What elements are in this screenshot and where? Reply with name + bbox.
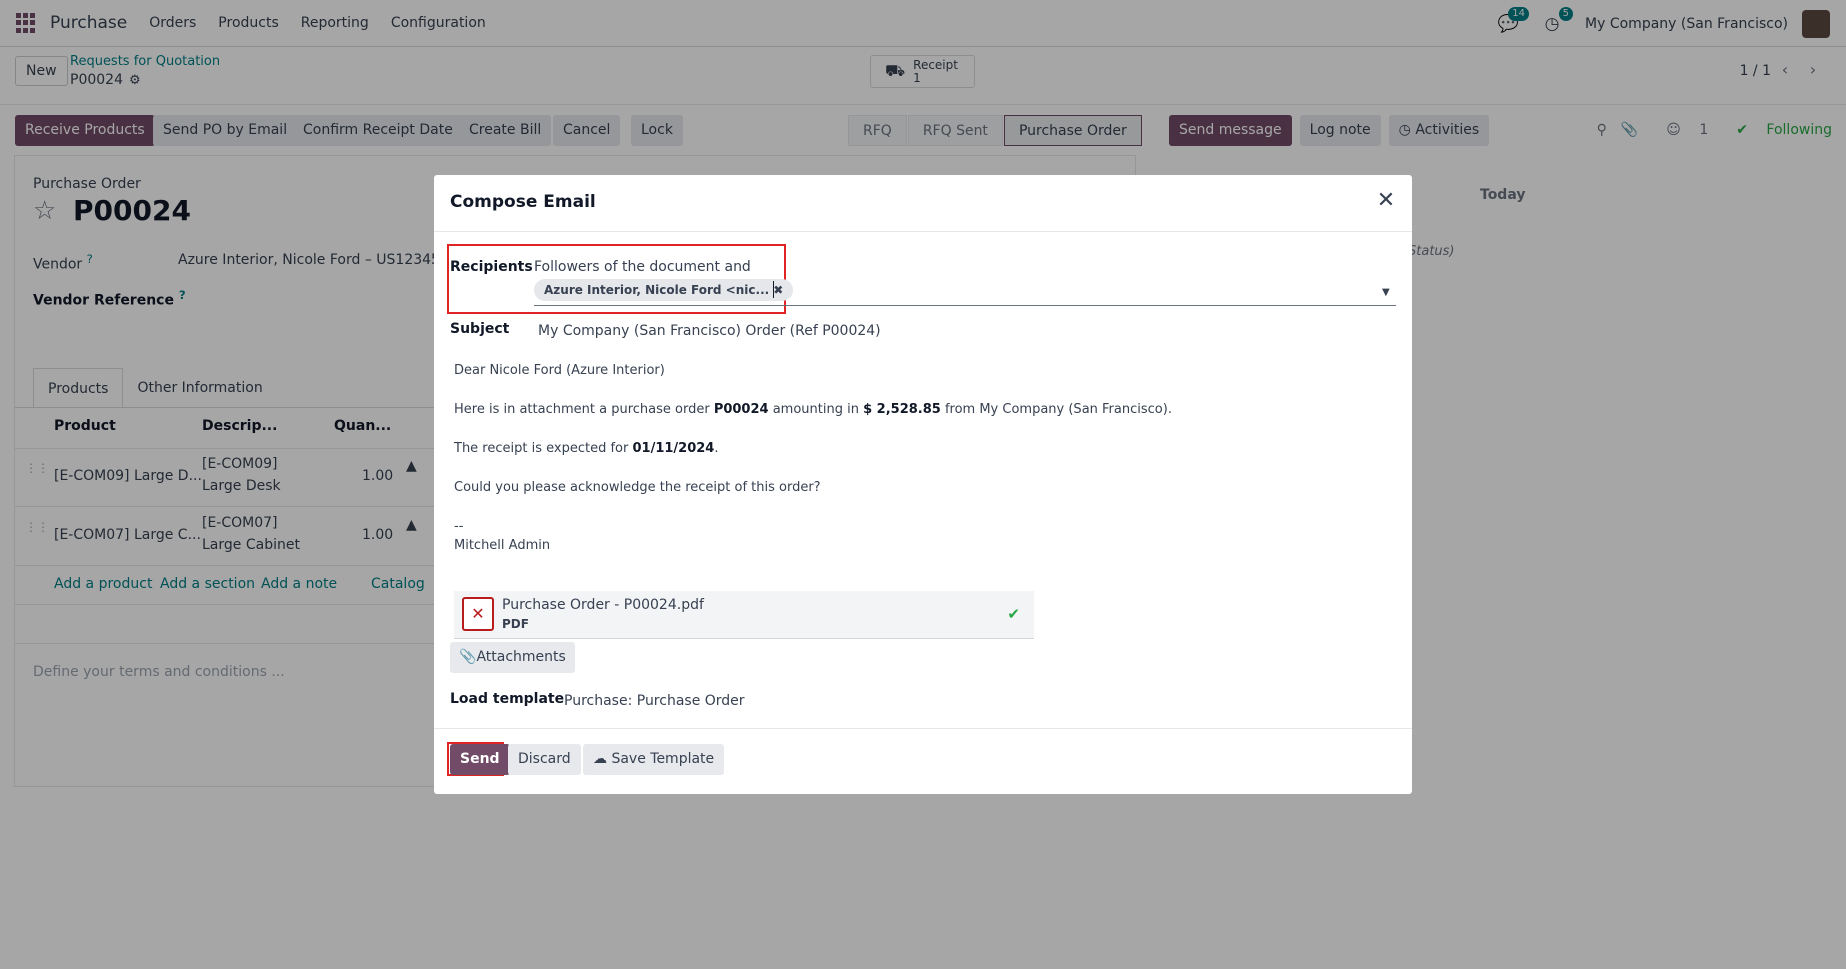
body-line-1[interactable]: Here is in attachment a purchase order P… xyxy=(454,402,1172,417)
dialog-footer: Send Discard ☁ Save Template xyxy=(434,728,1412,794)
recipients-followers-text: Followers of the document and xyxy=(534,259,751,275)
recipient-tag[interactable]: Azure Interior, Nicole Ford <nic... ✖ xyxy=(534,279,794,301)
close-icon[interactable]: ✕ xyxy=(1374,189,1398,213)
save-template-label: Save Template xyxy=(611,751,715,767)
text-cursor xyxy=(773,281,774,298)
subject-input[interactable]: My Company (San Francisco) Order (Ref P0… xyxy=(538,323,881,339)
compose-email-dialog: Compose Email ✕ Recipients Followers of … xyxy=(434,175,1412,794)
body-line-2-b: . xyxy=(714,441,719,456)
remove-tag-icon[interactable]: ✖ xyxy=(773,283,783,297)
attachments-button[interactable]: 📎Attachments xyxy=(450,642,575,673)
body-separator[interactable]: -- xyxy=(454,519,463,534)
body-po-ref: P00024 xyxy=(713,402,769,417)
send-button[interactable]: Send xyxy=(450,744,510,775)
body-amount: $ 2,528.85 xyxy=(863,402,941,417)
attachments-button-label: Attachments xyxy=(476,649,566,665)
body-date: 01/11/2024 xyxy=(632,441,715,456)
body-line-2-a: The receipt is expected for xyxy=(454,441,633,456)
attachment-name[interactable]: Purchase Order - P00024.pdf xyxy=(502,597,704,613)
body-greeting[interactable]: Dear Nicole Ford (Azure Interior) xyxy=(454,363,665,378)
paperclip-icon: 📎 xyxy=(459,649,477,665)
attachment-card[interactable]: ✕ Purchase Order - P00024.pdf PDF ✔ xyxy=(454,591,1034,639)
body-line-1-c: from My Company (San Francisco). xyxy=(940,402,1172,417)
body-line-3[interactable]: Could you please acknowledge the receipt… xyxy=(454,480,821,495)
dialog-title: Compose Email xyxy=(450,192,596,212)
body-line-2[interactable]: The receipt is expected for 01/11/2024. xyxy=(454,441,718,456)
body-line-1-a: Here is in attachment a purchase order xyxy=(454,402,714,417)
load-template-select[interactable]: Purchase: Purchase Order xyxy=(564,693,745,709)
attachment-type: PDF xyxy=(502,617,529,631)
discard-button[interactable]: Discard xyxy=(508,744,581,775)
check-icon: ✔ xyxy=(1007,605,1020,623)
save-template-button[interactable]: ☁ Save Template xyxy=(583,744,725,775)
dialog-header: Compose Email ✕ xyxy=(434,175,1412,232)
body-signature[interactable]: Mitchell Admin xyxy=(454,538,550,553)
recipients-input[interactable] xyxy=(534,305,1396,306)
pdf-file-icon: ✕ xyxy=(462,597,494,631)
chevron-down-icon[interactable]: ▼ xyxy=(1382,287,1390,298)
load-template-label: Load template xyxy=(450,691,565,707)
cloud-upload-icon: ☁ xyxy=(593,751,612,767)
recipient-tag-label: Azure Interior, Nicole Ford <nic... xyxy=(544,283,770,297)
subject-label: Subject xyxy=(450,321,510,337)
recipients-label: Recipients xyxy=(450,259,533,275)
body-line-1-b: amounting in xyxy=(768,402,864,417)
